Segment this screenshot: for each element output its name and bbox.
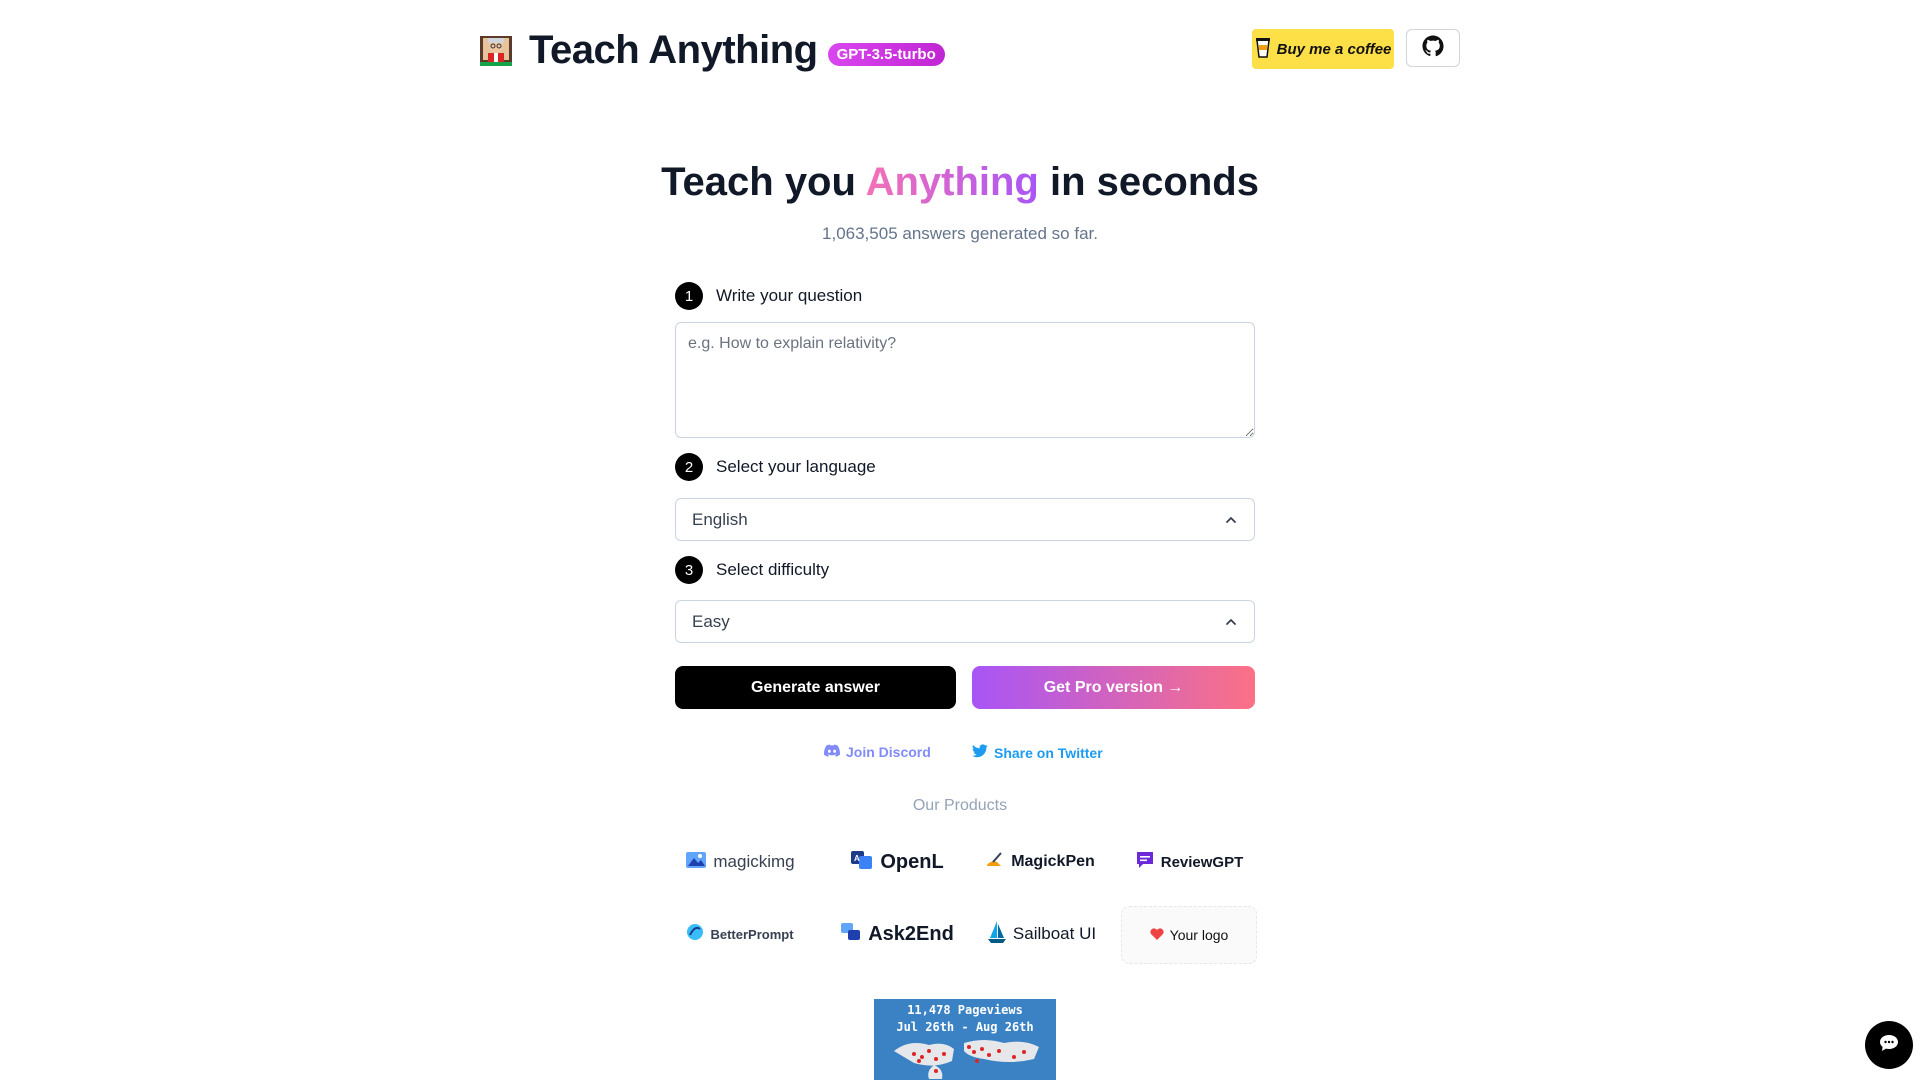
twitter-icon [972, 744, 994, 761]
our-products-heading: Our Products [912, 797, 1008, 814]
reviewgpt-logo-icon [1135, 850, 1155, 875]
difficulty-select[interactable]: Easy [675, 600, 1255, 643]
product-magickpen[interactable]: MagickPen [975, 835, 1105, 889]
buy-me-a-coffee-button[interactable]: Buy me a coffee [1252, 29, 1394, 69]
hero-title: Teach you Anything in seconds [0, 160, 1920, 205]
step-3: 3 Select difficulty [675, 556, 829, 584]
get-pro-version-button[interactable]: Get Pro version → [972, 666, 1255, 709]
difficulty-value: Easy [692, 611, 730, 631]
step-number: 3 [675, 556, 703, 584]
chat-bubble-icon [1879, 1034, 1899, 1057]
ask2end-logo-icon [840, 922, 862, 947]
hero-title-after: in seconds [1038, 160, 1259, 204]
product-betterprompt[interactable]: BetterPrompt [675, 907, 805, 961]
step-2: 2 Select your language [675, 453, 876, 481]
product-name: ReviewGPT [1160, 853, 1244, 871]
hero-title-before: Teach you [661, 160, 866, 204]
question-input[interactable] [675, 322, 1255, 438]
chevron-up-icon [1224, 512, 1238, 532]
step-label: Select your language [716, 457, 876, 476]
openl-logo-icon: A [850, 849, 874, 876]
answers-counter: 1,063,505 answers generated so far. [822, 224, 1098, 243]
pen-hand-icon [985, 851, 1005, 874]
world-map-icon [894, 1040, 1039, 1079]
header: Teach Anything GPT-3.5-turbo Buy me a co… [477, 28, 1460, 76]
product-name: BetterPrompt [710, 926, 794, 942]
product-openl[interactable]: A OpenL [832, 835, 962, 889]
heart-icon [1150, 927, 1164, 943]
sailboat-logo-icon [987, 920, 1007, 949]
discord-icon [824, 744, 846, 760]
svg-text:A: A [854, 854, 860, 863]
coffee-cup-icon [1255, 36, 1271, 62]
github-button[interactable] [1406, 29, 1460, 67]
chevron-up-icon [1224, 614, 1238, 634]
language-select[interactable]: English [675, 498, 1255, 541]
your-logo-label: Your logo [1169, 927, 1229, 943]
magickimg-logo-icon [685, 851, 707, 874]
product-sailboat-ui[interactable]: Sailboat UI [979, 907, 1104, 961]
twitter-label: Share on Twitter [994, 744, 1103, 761]
betterprompt-logo-icon [686, 923, 704, 946]
chat-widget-button[interactable] [1865, 1021, 1913, 1069]
app-title: Teach Anything [529, 28, 818, 72]
product-ask2end[interactable]: Ask2End [827, 907, 967, 961]
step-number: 1 [675, 282, 703, 310]
teacher-emoji-icon [477, 32, 515, 70]
product-name: Ask2End [868, 922, 954, 945]
coffee-label: Buy me a coffee [1276, 40, 1392, 58]
product-name: Sailboat UI [1012, 924, 1097, 943]
product-name: MagickPen [1011, 853, 1095, 870]
discord-label: Join Discord [846, 744, 931, 760]
product-reviewgpt[interactable]: ReviewGPT [1123, 835, 1255, 889]
step-number: 2 [675, 453, 703, 481]
visitor-map-widget[interactable]: 11,478 Pageviews Jul 26th - Aug 26th [874, 999, 1056, 1080]
model-badge: GPT-3.5-turbo [827, 43, 945, 66]
share-on-twitter-link[interactable]: Share on Twitter [972, 744, 1103, 761]
your-logo-slot[interactable]: Your logo [1121, 906, 1257, 964]
github-icon [1422, 34, 1444, 62]
language-value: English [692, 509, 748, 529]
join-discord-link[interactable]: Join Discord [824, 744, 931, 760]
product-magickimg[interactable]: magickimg [675, 835, 805, 889]
product-name: magickimg [713, 852, 795, 871]
product-name: OpenL [880, 850, 944, 873]
brand[interactable]: Teach Anything GPT-3.5-turbo [477, 28, 945, 73]
hero-title-accent: Anything [865, 160, 1039, 204]
step-label: Select difficulty [716, 560, 830, 579]
step-label: Write your question [716, 286, 863, 305]
step-1: 1 Write your question [675, 282, 862, 310]
generate-answer-button[interactable]: Generate answer [675, 666, 956, 709]
